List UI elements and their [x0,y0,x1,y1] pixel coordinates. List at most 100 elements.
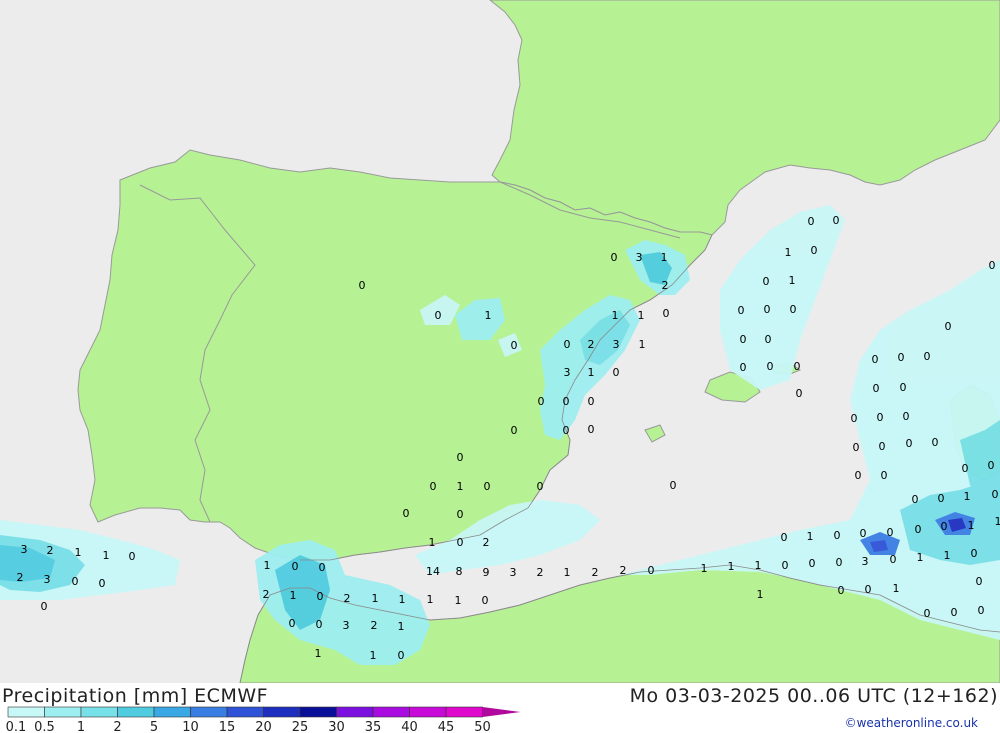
point-value-label: 1 [917,551,924,564]
point-value-label: 0 [670,479,677,492]
point-value-label: 0 [833,214,840,227]
legend-tick-label: 45 [438,720,455,733]
point-value-label: 0 [838,584,845,597]
point-value-label: 0 [881,469,888,482]
point-value-label: 0 [887,526,894,539]
point-value-label: 0 [511,424,518,437]
point-value-label: 1 [785,246,792,259]
legend-swatch [263,706,301,718]
point-value-label: 0 [971,547,978,560]
point-value-label: 0 [851,412,858,425]
legend-swatch [7,706,45,718]
legend-swatch [153,706,191,718]
legend-swatch [445,706,483,718]
point-value-label: 0 [72,575,79,588]
point-value-label: 1 [944,549,951,562]
legend-tick-label: 5 [150,720,158,733]
point-value-label: 1 [75,546,82,559]
point-value-label: 0 [99,577,106,590]
point-value-label: 1 [372,592,379,605]
point-value-label: 0 [877,411,884,424]
legend-tick-label: 2 [113,720,121,733]
legend-swatch [409,706,447,718]
point-value-label: 1 [103,549,110,562]
point-value-label: 3 [613,338,620,351]
point-value-label: 0 [663,307,670,320]
point-value-label: 0 [790,303,797,316]
point-value-label: 0 [962,462,969,475]
point-value-label: 1 [964,490,971,503]
point-value-label: 0 [740,361,747,374]
point-value-label: 0 [398,649,405,662]
legend-swatch [372,706,410,718]
point-value-label: 0 [794,360,801,373]
point-value-label: 1 [457,480,464,493]
legend-tick-label: 0.1 [6,720,27,733]
point-value-label: 3 [21,543,28,556]
point-value-label: 3 [564,366,571,379]
point-value-label: 1 [429,536,436,549]
point-value-label: 1 [968,519,975,532]
point-value-label: 0 [855,469,862,482]
point-value-label: 8 [456,565,463,578]
point-value-label: 3 [862,555,869,568]
point-value-label: 0 [588,423,595,436]
point-value-label: 0 [564,338,571,351]
point-value-label: 1 [564,566,571,579]
point-value-label: 0 [872,353,879,366]
point-value-label: 14 [426,565,440,578]
point-value-label: 0 [945,320,952,333]
point-value-label: 1 [290,589,297,602]
legend-tick-label: 15 [219,720,236,733]
point-value-label: 2 [371,619,378,632]
point-value-label: 2 [592,566,599,579]
point-value-label: 0 [457,451,464,464]
point-value-label: 1 [638,309,645,322]
point-value-label: 0 [613,366,620,379]
point-value-label: 0 [912,493,919,506]
point-value-label: 2 [662,279,669,292]
point-value-label: 0 [898,351,905,364]
point-value-label: 0 [834,529,841,542]
point-value-label: 1 [455,594,462,607]
point-value-label: 0 [511,339,518,352]
legend-tick-label: 1 [77,720,85,733]
point-value-label: 0 [563,395,570,408]
point-value-label: 0 [903,410,910,423]
legend-tick-label: 30 [328,720,345,733]
point-value-label: 0 [989,259,996,272]
point-value-label: 1 [399,593,406,606]
point-value-label: 0 [978,604,985,617]
legend-swatch [80,706,118,718]
point-value-label: 0 [457,536,464,549]
point-value-label: 0 [890,553,897,566]
point-value-label: 0 [764,303,771,316]
legend-tick-label: 0.5 [34,720,55,733]
point-value-label: 0 [129,550,136,563]
point-value-label: 0 [538,395,545,408]
point-value-label: 0 [41,600,48,613]
legend-tick-label: 50 [474,720,491,733]
point-value-label: 1 [485,309,492,322]
point-value-label: 1 [701,562,708,575]
point-value-label: 0 [740,333,747,346]
legend-swatch [44,706,82,718]
point-value-label: 0 [924,350,931,363]
point-value-label: 0 [430,480,437,493]
legend-swatch [190,706,228,718]
point-value-label: 0 [809,557,816,570]
point-value-label: 0 [359,279,366,292]
point-value-label: 0 [811,244,818,257]
point-value-label: 0 [900,381,907,394]
point-value-label: 0 [319,561,326,574]
point-value-label: 0 [611,251,618,264]
credit-text: ©weatheronline.co.uk [844,716,978,730]
point-value-label: 2 [537,566,544,579]
point-value-label: 3 [510,566,517,579]
point-value-label: 0 [808,215,815,228]
point-value-label: 0 [865,583,872,596]
legend-tick-label: 35 [365,720,382,733]
point-value-label: 2 [588,338,595,351]
legend-tick-label: 40 [401,720,418,733]
point-value-label: 1 [639,338,646,351]
